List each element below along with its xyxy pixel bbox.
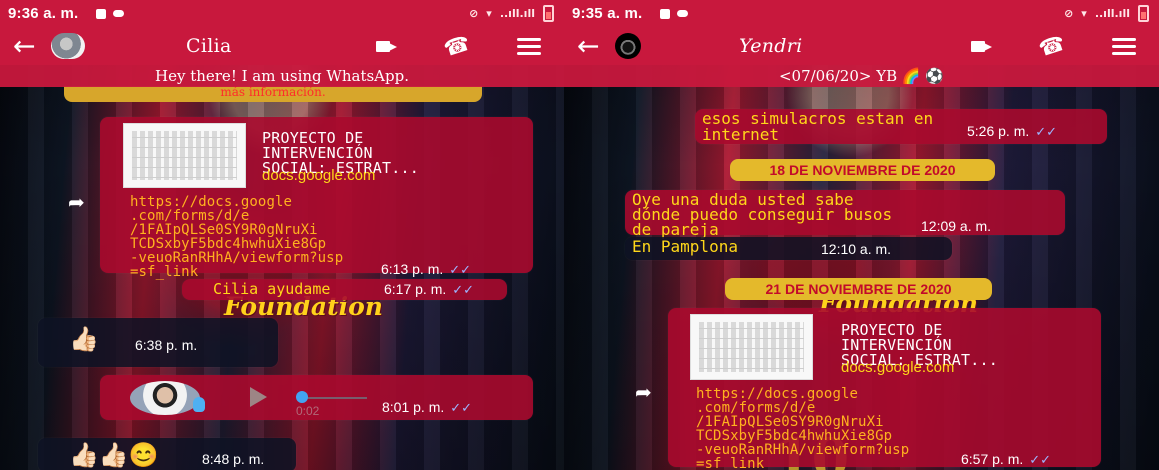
incoming-emoji-bubble[interactable]: 👍🏻 6:38 p. m.	[38, 318, 278, 367]
outgoing-text-bubble[interactable]: En Pamplona 12:10 a. m.	[625, 237, 952, 260]
contact-about: <07/06/20> YB 🌈 ⚽	[564, 65, 1159, 87]
read-checkmarks-icon: ✓✓	[450, 400, 473, 415]
read-checkmarks-icon: ✓✓	[1035, 124, 1058, 139]
phone-call-icon[interactable]: ☎	[441, 30, 473, 61]
date-divider: 18 DE NOVIEMBRE DE 2020	[730, 159, 995, 181]
play-icon[interactable]	[250, 387, 267, 407]
link-preview-image	[690, 314, 813, 380]
chat-header: ← Cilia ☎	[0, 27, 564, 65]
voice-progress-track[interactable]	[305, 397, 367, 399]
outgoing-text-bubble[interactable]: Oye una duda usted sabe dónde puedo cons…	[625, 190, 1065, 239]
voice-duration: 0:02	[296, 404, 320, 418]
read-checkmarks-icon: ✓✓	[452, 282, 475, 297]
message-time: 12:09 a. m.	[921, 218, 992, 234]
message-text: Cilia ayudame	[213, 280, 331, 298]
notification-square-icon	[96, 8, 107, 19]
date-divider: 21 DE NOVIEMBRE DE 2020	[725, 278, 992, 300]
video-call-icon[interactable]	[970, 39, 992, 54]
message-time: 8:01 p. m. ✓✓	[382, 399, 473, 415]
contact-avatar[interactable]	[615, 33, 641, 59]
notification-icons	[96, 8, 125, 19]
mute-icon: ⊘	[1064, 7, 1074, 20]
video-call-icon[interactable]	[375, 39, 397, 54]
contact-name[interactable]: Cilia	[186, 35, 232, 57]
link-url[interactable]: https://docs.google .com/forms/d/e /1FAI…	[130, 195, 343, 279]
message-text: En Pamplona	[632, 237, 738, 256]
incoming-emoji-bubble[interactable]: 👍🏻👍🏻😊 8:48 p. m.	[38, 438, 296, 470]
chat-header: ← Yendri ☎	[564, 27, 1159, 65]
message-time: 6:17 p. m. ✓✓	[384, 281, 475, 297]
contact-name[interactable]: Yendri	[739, 35, 803, 57]
forward-icon[interactable]: ➦	[68, 190, 85, 214]
notification-cloud-icon	[677, 10, 689, 17]
thumbs-up-smile-emoji: 👍🏻👍🏻😊	[69, 441, 159, 469]
mute-icon: ⊘	[469, 7, 479, 20]
status-right-icons: ⊘ ▾ ..ıll.ıll	[469, 5, 554, 22]
outgoing-text-bubble[interactable]: Cilia ayudame 6:17 p. m. ✓✓	[182, 279, 507, 300]
status-bar: 9:35 a. m. ⊘ ▾ ..ıll.ıll	[564, 0, 1159, 27]
message-time: 6:13 p. m. ✓✓	[381, 261, 472, 277]
two-whatsapp-chat-screenshots: 9:36 a. m. ⊘ ▾ ..ıll.ıll ← Cilia ☎ Hey t…	[0, 0, 1159, 470]
voice-progress-thumb[interactable]	[296, 391, 308, 403]
voice-sender-avatar	[130, 381, 200, 415]
contact-about: Hey there! I am using WhatsApp.	[0, 65, 564, 87]
thumbs-up-emoji: 👍🏻	[69, 325, 99, 353]
notification-icons	[660, 8, 689, 19]
battery-icon	[1138, 5, 1149, 22]
header-actions: ☎	[375, 30, 541, 61]
forward-icon[interactable]: ➦	[635, 380, 652, 404]
back-arrow-icon[interactable]: ←	[577, 33, 602, 60]
status-bar: 9:36 a. m. ⊘ ▾ ..ıll.ıll	[0, 0, 564, 27]
notification-square-icon	[660, 8, 671, 19]
notification-cloud-icon	[113, 10, 125, 17]
message-time: 8:48 p. m.	[202, 451, 265, 467]
message-time: 12:10 a. m.	[821, 241, 892, 257]
outgoing-text-bubble[interactable]: esos simulacros estan en internet 5:26 p…	[695, 109, 1107, 144]
left-chat-screen: 9:36 a. m. ⊘ ▾ ..ıll.ıll ← Cilia ☎ Hey t…	[0, 0, 564, 470]
message-text: Oye una duda usted sabe dónde puedo cons…	[632, 190, 893, 239]
contact-avatar[interactable]	[51, 33, 85, 59]
link-preview-domain: docs.google.com	[841, 359, 955, 376]
status-right-icons: ⊘ ▾ ..ıll.ıll	[1064, 5, 1149, 22]
link-preview-domain: docs.google.com	[262, 167, 376, 184]
link-url[interactable]: https://docs.google .com/forms/d/e /1FAI…	[696, 387, 909, 470]
wifi-icon: ▾	[486, 7, 492, 20]
microphone-icon	[193, 397, 205, 412]
phone-call-icon[interactable]: ☎	[1036, 30, 1068, 61]
status-time: 9:36 a. m.	[8, 5, 79, 22]
more-info-pill[interactable]: más información.	[64, 86, 482, 102]
signal-icon: ..ıll.ıll	[1094, 7, 1130, 20]
right-chat-screen: 9:35 a. m. ⊘ ▾ ..ıll.ıll ← Yendri ☎ <07/…	[564, 0, 1159, 470]
message-text: esos simulacros estan en internet	[702, 109, 934, 144]
link-message-bubble[interactable]: PROYECTO DE INTERVENCIÓN SOCIAL: ESTRAT.…	[668, 308, 1101, 470]
status-time: 9:35 a. m.	[572, 5, 643, 22]
battery-icon	[543, 5, 554, 22]
wifi-icon: ▾	[1081, 7, 1087, 20]
header-actions: ☎	[970, 30, 1136, 61]
menu-icon[interactable]	[517, 37, 541, 55]
message-time: 6:57 p. m. ✓✓	[961, 451, 1052, 467]
back-arrow-icon[interactable]: ←	[13, 33, 38, 60]
link-message-bubble[interactable]: PROYECTO DE INTERVENCIÓN SOCIAL: ESTRAT.…	[100, 117, 533, 279]
menu-icon[interactable]	[1112, 37, 1136, 55]
signal-icon: ..ıll.ıll	[499, 7, 535, 20]
read-checkmarks-icon: ✓✓	[1029, 452, 1052, 467]
read-checkmarks-icon: ✓✓	[449, 262, 472, 277]
link-preview-image	[123, 123, 246, 188]
message-time: 5:26 p. m. ✓✓	[967, 123, 1058, 139]
message-time: 6:38 p. m.	[135, 337, 198, 353]
